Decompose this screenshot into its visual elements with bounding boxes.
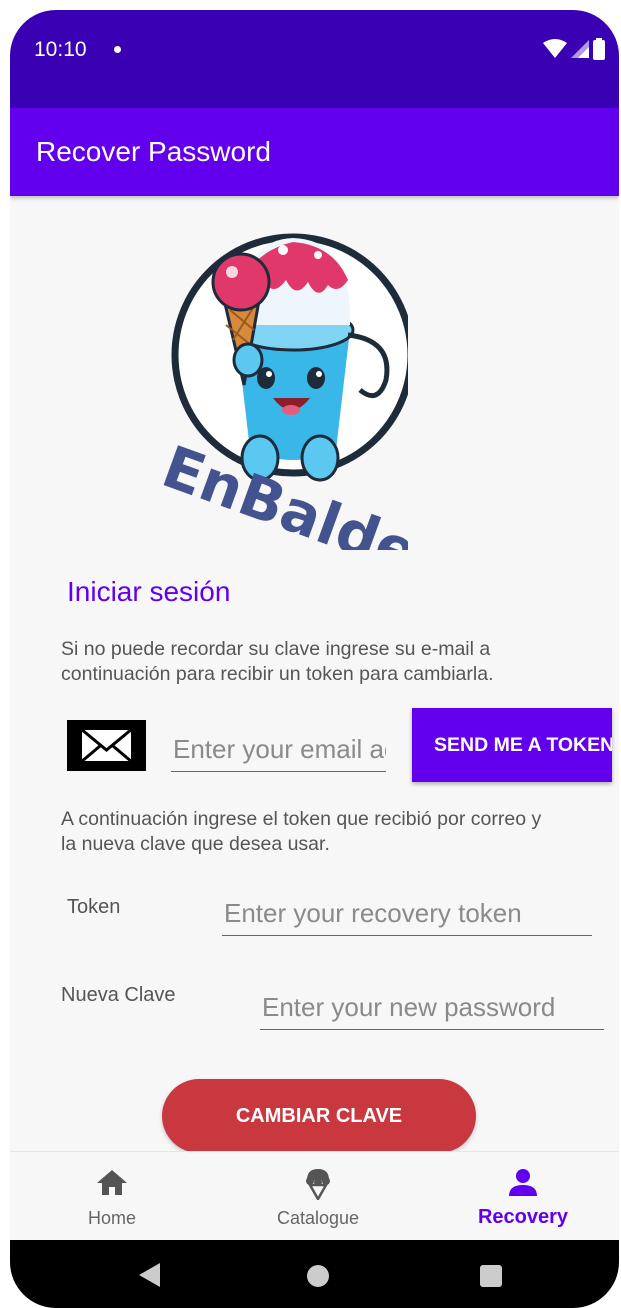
nav-label-recovery: Recovery — [477, 1206, 569, 1228]
status-bar: 10:10 — [10, 10, 619, 108]
new-password-label: Nueva Clave — [61, 984, 176, 1006]
ice-cream-icon — [306, 1169, 330, 1200]
email-instructions-line-2: continuación para recibir un token para … — [61, 663, 494, 685]
nav-item-recovery[interactable]: Recovery — [423, 1152, 619, 1241]
home-icon — [97, 1170, 127, 1195]
reset-instructions: A continuación ingrese el token que reci… — [61, 807, 616, 857]
recent-apps-icon[interactable] — [480, 1265, 502, 1287]
email-instructions-line-1: Si no puede recordar su clave ingrese su… — [61, 638, 491, 660]
token-label: Token — [67, 896, 121, 918]
status-icons — [543, 38, 605, 60]
send-token-button[interactable]: SEND ME A TOKEN — [412, 708, 612, 782]
app-bar: Recover Password — [10, 108, 619, 196]
envelope-icon — [67, 720, 146, 771]
email-field[interactable] — [171, 734, 386, 772]
notification-dot-icon — [114, 46, 121, 53]
email-instructions: Si no puede recordar su clave ingrese su… — [61, 637, 616, 687]
nav-label-home: Home — [87, 1208, 136, 1228]
wifi-icon — [543, 39, 567, 58]
nav-item-catalogue[interactable]: Catalogue — [218, 1152, 418, 1241]
reset-instructions-line-2: la nueva clave que desea usar. — [61, 833, 330, 855]
reset-instructions-line-1: A continuación ingrese el token que reci… — [61, 808, 542, 830]
nav-label-catalogue: Catalogue — [276, 1208, 360, 1228]
home-circle-icon[interactable] — [307, 1265, 329, 1287]
token-field[interactable] — [222, 898, 592, 936]
section-title: Iniciar sesión — [67, 576, 231, 607]
change-password-button[interactable]: CAMBIAR CLAVE — [162, 1079, 476, 1153]
phone-screen: 10:10 Recover Password EnBalde Iniciar s… — [10, 10, 619, 1308]
back-icon[interactable] — [138, 1262, 162, 1288]
bottom-navigation: Home Catalogue Recovery — [10, 1151, 619, 1241]
enbalde-logo: EnBalde — [154, 233, 408, 550]
battery-icon — [593, 38, 605, 60]
nav-item-home[interactable]: Home — [12, 1152, 212, 1241]
signal-icon — [571, 40, 589, 58]
new-password-field[interactable] — [260, 992, 604, 1030]
status-time: 10:10 — [34, 38, 87, 61]
page-title: Recover Password — [36, 136, 271, 167]
system-navigation-bar — [10, 1240, 619, 1308]
person-icon — [509, 1169, 537, 1196]
